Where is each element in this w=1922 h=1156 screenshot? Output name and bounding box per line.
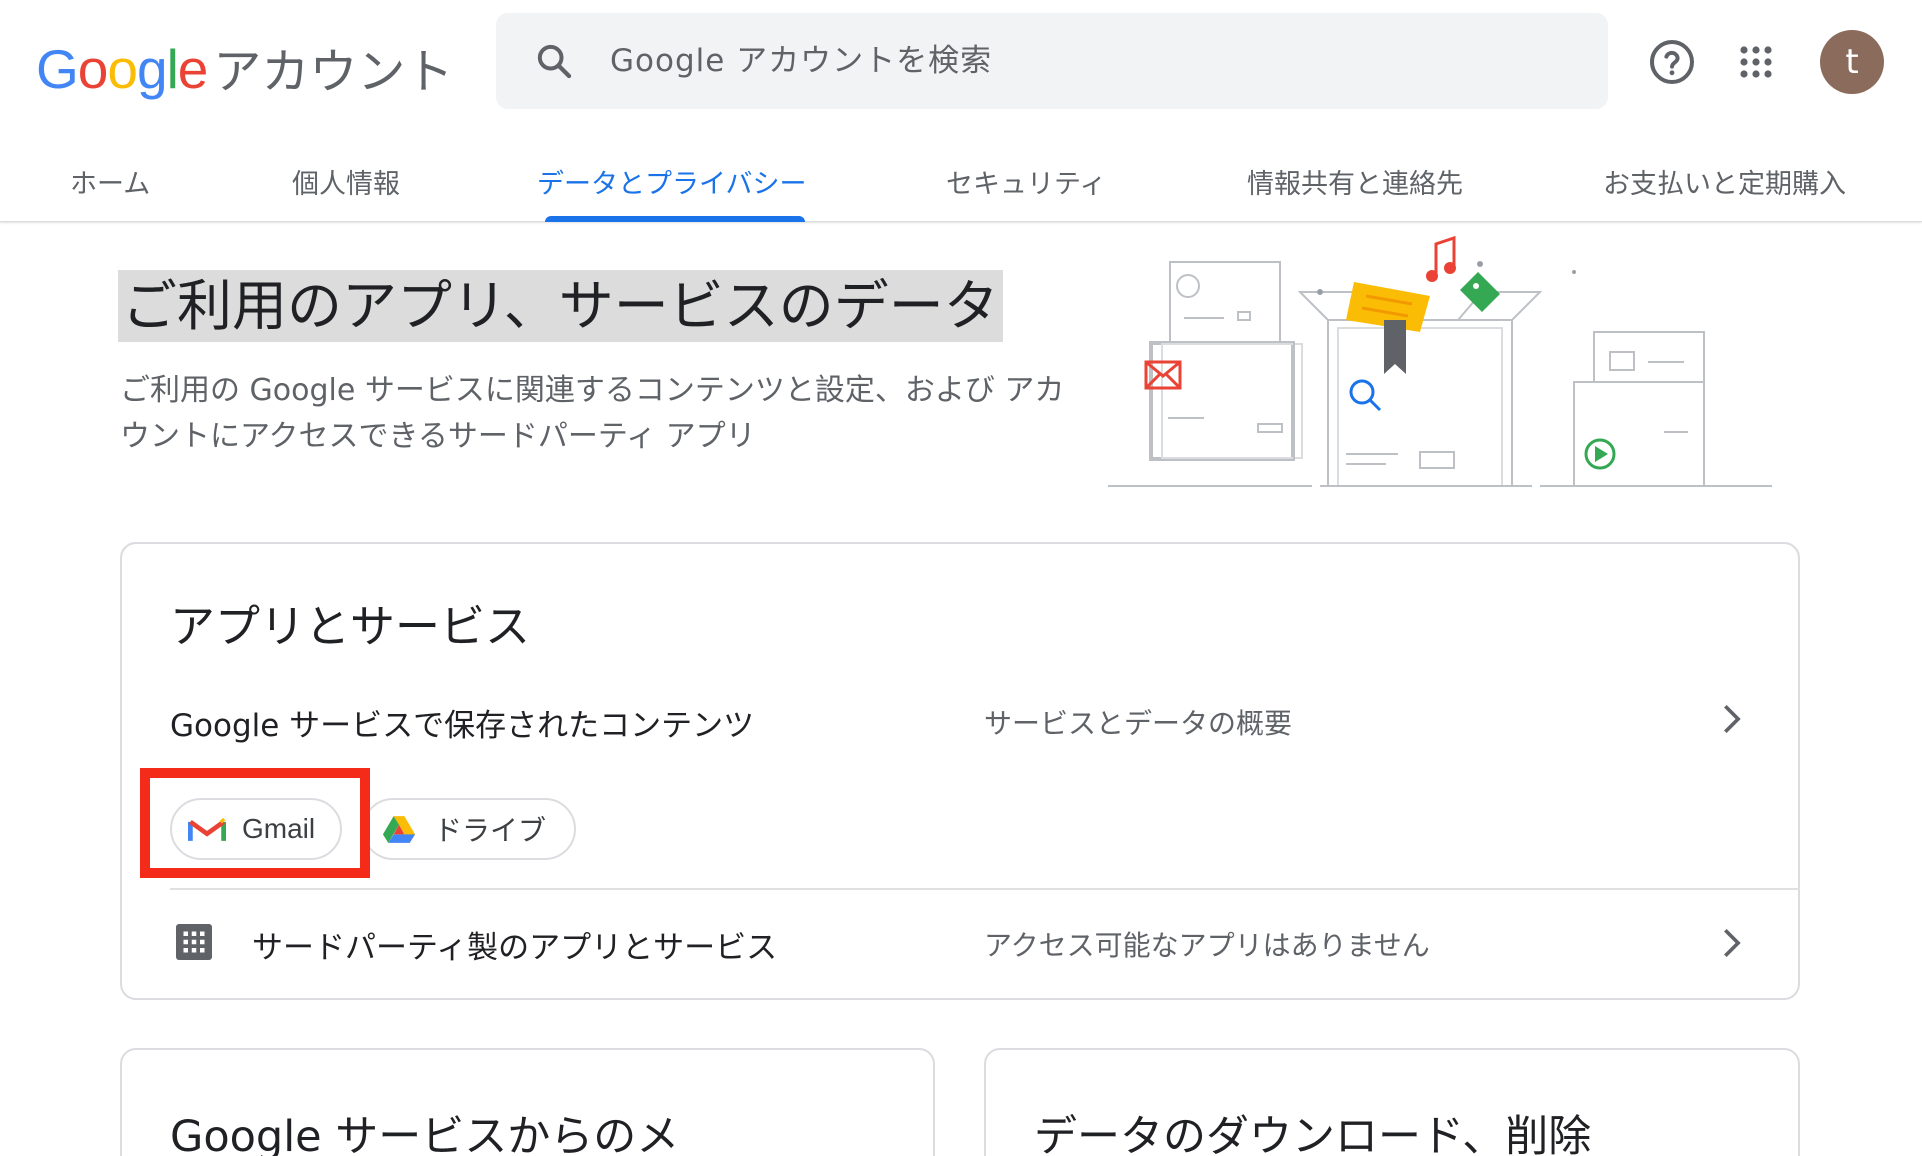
data-box-illustration bbox=[1108, 235, 1772, 487]
tab-home[interactable]: ホーム bbox=[70, 162, 150, 201]
drive-chip-label: ドライブ bbox=[434, 814, 547, 847]
google-content-row-desc[interactable]: サービスとデータの概要 bbox=[984, 702, 1292, 742]
app-header: Google アカウント t ホーム 個人情報 データとプライバシー セキュリテ… bbox=[0, 0, 1922, 222]
chevron-right-icon[interactable] bbox=[1714, 702, 1748, 736]
search-bar[interactable] bbox=[496, 13, 1608, 109]
drive-chip[interactable]: ドライブ bbox=[362, 798, 576, 860]
page-subtitle: ご利用の Google サービスに関連するコンテンツと設定、および アカウントに… bbox=[120, 373, 1065, 454]
nav-tabs: ホーム 個人情報 データとプライバシー セキュリティ 情報共有と連絡先 お支払い… bbox=[0, 150, 1922, 222]
apps-services-title: アプリとサービス bbox=[170, 600, 531, 653]
active-tab-indicator bbox=[545, 216, 805, 222]
google-logo: Google bbox=[36, 38, 208, 100]
chevron-right-icon[interactable] bbox=[1714, 926, 1748, 960]
tab-payments-subscriptions[interactable]: お支払いと定期購入 bbox=[1603, 162, 1846, 201]
tab-security[interactable]: セキュリティ bbox=[946, 162, 1106, 201]
logo-suffix: アカウント bbox=[213, 44, 454, 100]
search-icon[interactable] bbox=[534, 41, 574, 81]
tab-personal-info[interactable]: 個人情報 bbox=[292, 162, 400, 201]
apps-services-card: アプリとサービス Google サービスで保存されたコンテンツ サービスとデータ… bbox=[120, 542, 1800, 1000]
card-title: Google サービスからのメ bbox=[170, 1112, 680, 1156]
third-party-row-label[interactable]: サードパーティ製のアプリとサービス bbox=[252, 922, 777, 967]
tab-data-privacy[interactable]: データとプライバシー bbox=[537, 162, 806, 201]
help-icon[interactable] bbox=[1648, 38, 1696, 86]
page-title: ご利用のアプリ、サービスのデータ bbox=[118, 270, 1003, 342]
google-drive-icon bbox=[382, 816, 416, 843]
apps-grid-icon[interactable] bbox=[1738, 44, 1774, 80]
account-avatar[interactable]: t bbox=[1820, 30, 1884, 94]
card-title: データのダウンロード、削除 bbox=[1034, 1112, 1592, 1156]
search-input[interactable] bbox=[610, 13, 1570, 109]
google-services-messages-card[interactable]: Google サービスからのメ bbox=[120, 1048, 935, 1156]
download-delete-data-card[interactable]: データのダウンロード、削除 bbox=[984, 1048, 1800, 1156]
third-party-apps-icon bbox=[176, 924, 212, 960]
third-party-row-desc[interactable]: アクセス可能なアプリはありません bbox=[984, 924, 1430, 964]
row-divider bbox=[170, 888, 1800, 890]
tab-sharing-contacts[interactable]: 情報共有と連絡先 bbox=[1247, 162, 1463, 201]
gmail-highlight-box bbox=[140, 768, 370, 878]
google-account-logo[interactable]: Google アカウント bbox=[36, 32, 453, 102]
google-content-row-label[interactable]: Google サービスで保存されたコンテンツ bbox=[170, 700, 754, 745]
